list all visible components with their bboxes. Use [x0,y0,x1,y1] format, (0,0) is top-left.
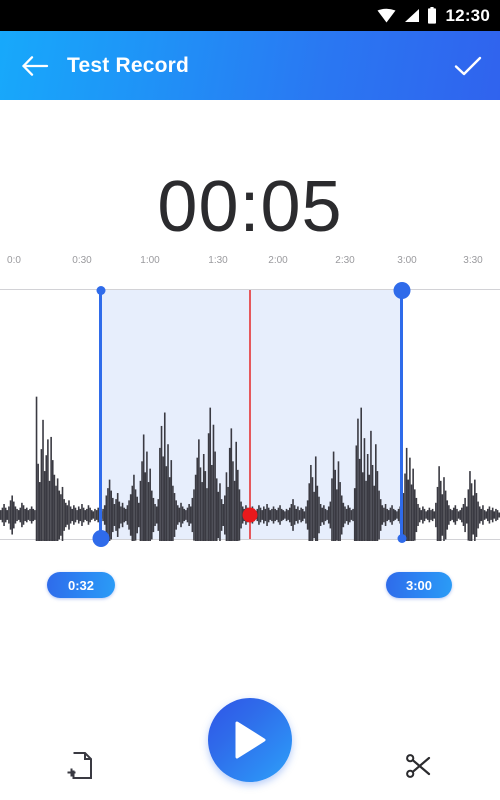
status-bar: 12:30 [0,0,500,31]
ruler-tick: 1:00 [140,255,160,266]
ruler-tick: 1:30 [208,255,228,266]
editor-area: 00:05 0:0 0:30 1:00 1:30 2:00 2:30 3:00 3:30 0:… [0,100,500,800]
play-button[interactable] [208,698,292,782]
battery-icon [427,7,436,24]
selection-end-knob-top[interactable] [393,282,410,299]
selection-start-handle[interactable] [92,286,109,547]
selection-end-knob-bottom[interactable] [397,534,406,543]
selection-start-time-chip[interactable]: 0:32 [47,572,115,598]
new-file-icon [67,752,92,779]
time-ruler: 0:0 0:30 1:00 1:30 2:00 2:30 3:00 3:30 [0,255,500,275]
confirm-button[interactable] [436,31,500,100]
selection-start-knob-bottom[interactable] [92,530,109,547]
ruler-tick: 3:30 [463,255,483,266]
ruler-tick: 0:0 [7,255,21,266]
playhead-marker[interactable] [242,507,258,523]
arrow-left-icon [21,55,48,76]
ruler-tick: 2:30 [335,255,355,266]
wifi-icon [377,8,396,23]
ruler-tick: 0:30 [72,255,92,266]
waveform-track[interactable] [0,282,500,547]
cellular-signal-icon [404,9,419,22]
playhead-line[interactable] [249,290,251,539]
selection-end-handle[interactable] [393,282,410,543]
app-bar: Test Record [0,31,500,100]
scissors-icon [406,754,431,778]
check-icon [454,56,482,75]
selection-end-time-chip[interactable]: 3:00 [386,572,452,598]
timer-display: 00:05 [157,167,343,247]
ruler-tick: 3:00 [397,255,417,266]
new-file-button[interactable] [53,738,109,794]
play-icon [235,721,266,759]
back-button[interactable] [0,31,70,100]
page-title: Test Record [67,53,190,77]
cut-button[interactable] [391,738,447,794]
selection-start-knob-top[interactable] [96,286,105,295]
status-bar-clock: 12:30 [445,6,490,25]
ruler-tick: 2:00 [268,255,288,266]
